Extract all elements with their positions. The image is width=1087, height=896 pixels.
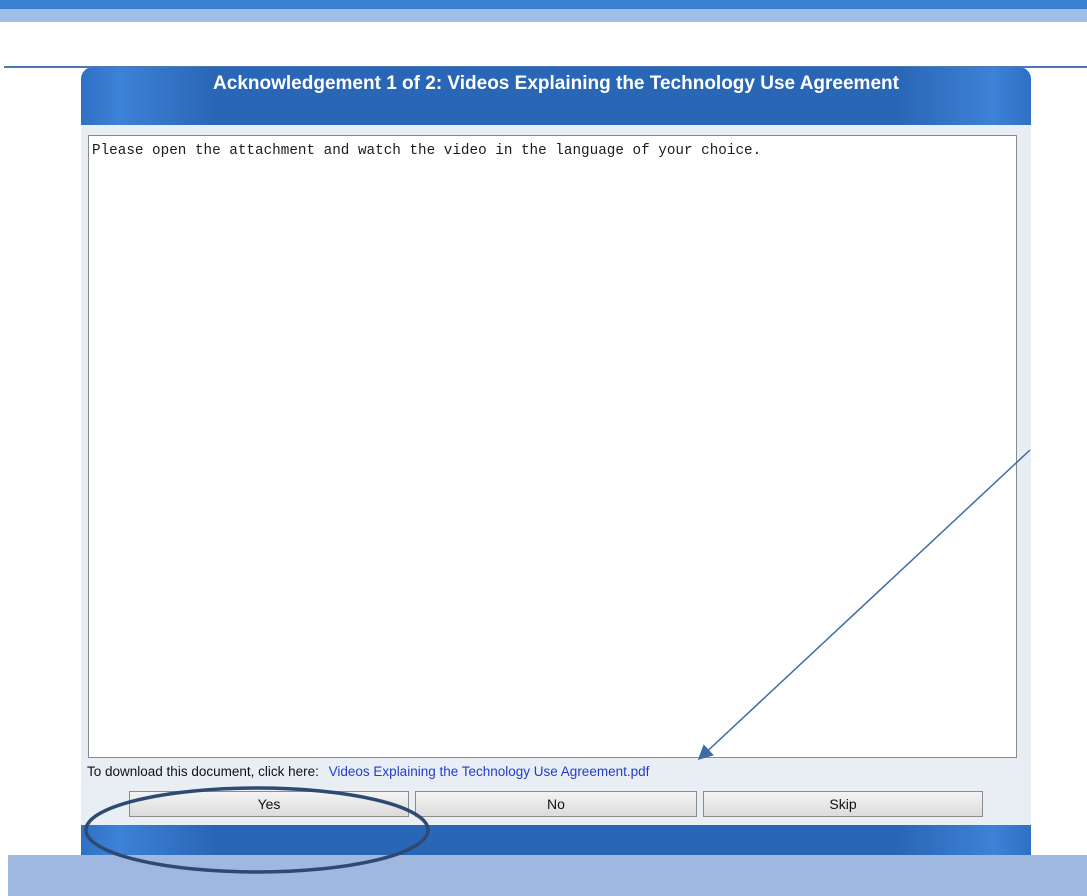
download-row: To download this document, click here: V… xyxy=(87,764,649,779)
bottom-band xyxy=(8,855,1087,896)
download-prompt: To download this document, click here: xyxy=(87,764,319,779)
panel-title: Acknowledgement 1 of 2: Videos Explainin… xyxy=(81,67,1031,125)
download-link[interactable]: Videos Explaining the Technology Use Agr… xyxy=(329,764,650,779)
top-banner xyxy=(0,0,1087,22)
skip-button[interactable]: Skip xyxy=(703,791,983,817)
no-button[interactable]: No xyxy=(415,791,697,817)
acknowledgement-panel: Acknowledgement 1 of 2: Videos Explainin… xyxy=(81,67,1031,885)
yes-button[interactable]: Yes xyxy=(129,791,409,817)
acknowledgement-text-area[interactable]: Please open the attachment and watch the… xyxy=(88,135,1017,758)
button-row: Yes No Skip xyxy=(129,791,983,817)
